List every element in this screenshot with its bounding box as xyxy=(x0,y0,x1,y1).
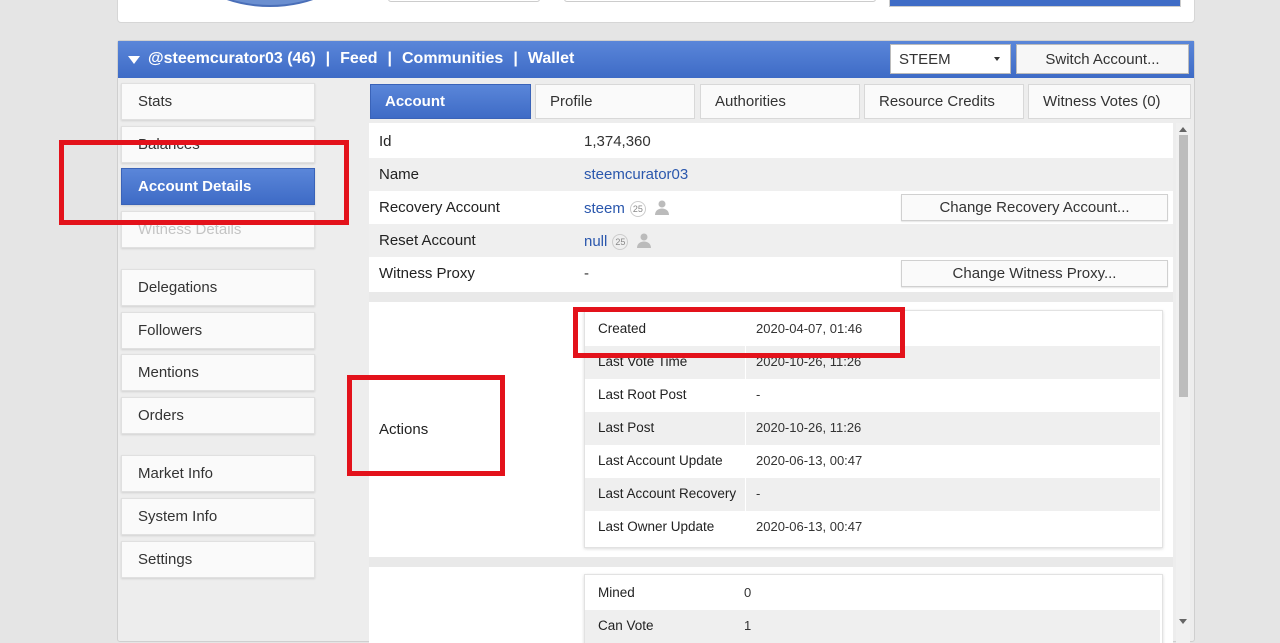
annotation-box xyxy=(347,375,505,476)
divider xyxy=(369,557,1173,567)
change-witness-proxy-button[interactable]: Change Witness Proxy... xyxy=(901,260,1168,287)
caret-down-icon[interactable] xyxy=(128,56,140,64)
table-row: Id 1,374,360 xyxy=(369,125,1173,158)
sidebar-item-label: Market Info xyxy=(138,465,214,482)
account-nav: @steemcurator03 (46) | Feed | Communitie… xyxy=(128,50,574,68)
tab-resource-credits[interactable]: Resource Credits xyxy=(864,84,1024,119)
sidebar-item-label: Orders xyxy=(138,407,184,424)
sidebar-item-orders[interactable]: Orders xyxy=(121,397,315,434)
tab-profile[interactable]: Profile xyxy=(535,84,695,119)
action-key: Last Root Post xyxy=(598,387,687,402)
divider xyxy=(369,292,1173,302)
action-key: Last Post xyxy=(598,420,655,435)
action-value: - xyxy=(756,387,761,402)
vertical-scrollbar[interactable] xyxy=(1176,123,1190,643)
table-row: Last Owner Update 2020-06-13, 00:47 xyxy=(585,511,1160,544)
avatar xyxy=(193,0,347,7)
scroll-down-icon[interactable] xyxy=(1179,619,1187,624)
person-icon xyxy=(654,200,669,215)
table-row: Last Account Update 2020-06-13, 00:47 xyxy=(585,445,1160,478)
action-value: 2020-06-13, 00:47 xyxy=(756,519,863,534)
nav-separator: | xyxy=(387,50,392,67)
sidebar-item-mentions[interactable]: Mentions xyxy=(121,354,315,391)
recovery-account-link[interactable]: steem xyxy=(584,200,625,217)
switch-account-button[interactable]: Switch Account... xyxy=(1016,44,1189,74)
feed-link[interactable]: Feed xyxy=(340,50,377,68)
action-value: - xyxy=(756,486,761,501)
sidebar-item-label: Stats xyxy=(138,93,173,110)
nav-separator: | xyxy=(513,50,518,67)
chain-select-value: STEEM xyxy=(899,51,951,68)
table-row: Witness Proxy - Change Witness Proxy... xyxy=(369,257,1173,290)
row-label: Witness Proxy xyxy=(379,265,475,282)
sidebar-item-followers[interactable]: Followers xyxy=(121,312,315,349)
sidebar-item-market-info[interactable]: Market Info xyxy=(121,455,315,492)
table-row: Last Post 2020-10-26, 11:26 xyxy=(585,412,1160,445)
row-label: Id xyxy=(379,133,392,150)
reset-account-link[interactable]: null xyxy=(584,233,607,250)
sidebar-item-label: Delegations xyxy=(138,279,218,296)
table-row: Recovery Account steem 25 Change Recovery… xyxy=(369,191,1173,224)
action-key: Last Account Update xyxy=(598,453,723,468)
account-name-link[interactable]: @steemcurator03 (46) xyxy=(148,50,316,68)
reputation-badge: 25 xyxy=(629,201,646,217)
action-key: Last Owner Update xyxy=(598,519,715,534)
profile-card-partial xyxy=(117,0,1195,23)
table-row: Reset Account null 25 xyxy=(369,224,1173,257)
action-value: 2020-10-26, 11:26 xyxy=(756,420,862,435)
reset-account-value: null 25 xyxy=(584,232,652,250)
table-row: Mined 0 xyxy=(585,577,1160,610)
misc-key: Mined xyxy=(598,585,635,600)
sidebar-item-stats[interactable]: Stats xyxy=(121,83,315,120)
table-row: Name steemcurator03 xyxy=(369,158,1173,191)
recovery-account-value: steem 25 xyxy=(584,199,670,217)
chain-select[interactable]: STEEM xyxy=(890,44,1011,74)
sidebar-item-label: Mentions xyxy=(138,364,199,381)
action-value: 2020-06-13, 00:47 xyxy=(756,453,863,468)
sidebar-item-system-info[interactable]: System Info xyxy=(121,498,315,535)
nav-separator: | xyxy=(325,50,331,67)
profile-box xyxy=(388,0,540,2)
account-name-link[interactable]: steemcurator03 xyxy=(584,166,688,183)
row-label: Name xyxy=(379,166,420,183)
table-row: Can Vote 1 xyxy=(585,610,1160,643)
tab-witness-votes[interactable]: Witness Votes (0) xyxy=(1028,84,1191,119)
misc-value: 1 xyxy=(744,618,752,633)
misc-table: Mined 0 Can Vote 1 xyxy=(584,574,1163,643)
sidebar-item-label: Settings xyxy=(138,551,193,568)
dropdown-arrow-icon xyxy=(994,57,1000,61)
table-row: Last Account Recovery - xyxy=(585,478,1160,511)
account-id: 1,374,360 xyxy=(584,133,651,150)
table-row: Last Root Post - xyxy=(585,379,1160,412)
tab-authorities[interactable]: Authorities xyxy=(700,84,860,119)
row-label: Reset Account xyxy=(379,232,476,249)
scroll-up-icon[interactable] xyxy=(1179,127,1187,132)
annotation-box xyxy=(59,140,349,225)
profile-blue-bar xyxy=(889,0,1181,7)
sidebar-item-settings[interactable]: Settings xyxy=(121,541,315,578)
tab-account[interactable]: Account xyxy=(370,84,531,119)
misc-key: Can Vote xyxy=(598,618,654,633)
action-key: Last Account Recovery xyxy=(598,486,737,501)
sidebar-item-label: System Info xyxy=(138,508,218,525)
sidebar-item-delegations[interactable]: Delegations xyxy=(121,269,315,306)
annotation-box xyxy=(573,307,905,358)
witness-proxy-value: - xyxy=(584,265,589,282)
person-icon xyxy=(637,233,652,248)
misc-value: 0 xyxy=(744,585,752,600)
wallet-link[interactable]: Wallet xyxy=(528,50,575,68)
communities-link[interactable]: Communities xyxy=(402,50,503,68)
change-recovery-account-button[interactable]: Change Recovery Account... xyxy=(901,194,1168,221)
account-header: @steemcurator03 (46) | Feed | Communitie… xyxy=(118,41,1194,78)
sidebar-item-label: Followers xyxy=(138,322,203,339)
row-label: Recovery Account xyxy=(379,199,500,216)
profile-box xyxy=(564,0,876,2)
scrollbar-thumb[interactable] xyxy=(1179,135,1188,397)
reputation-badge: 25 xyxy=(612,234,629,250)
